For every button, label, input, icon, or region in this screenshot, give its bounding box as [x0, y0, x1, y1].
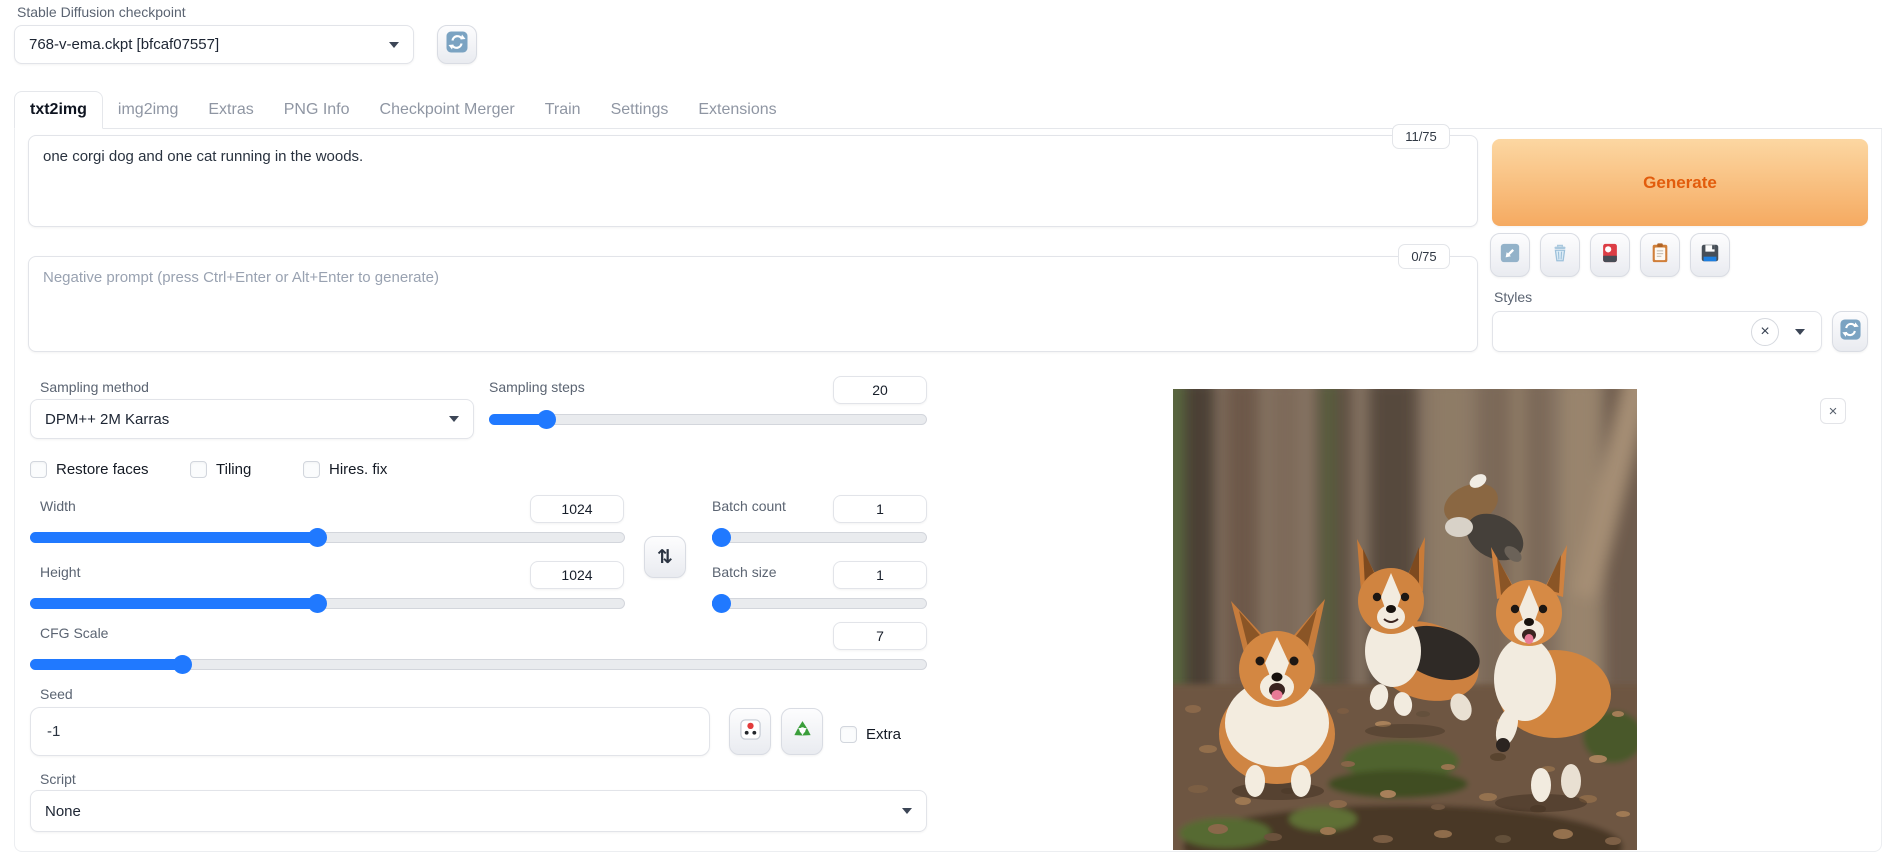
swap-dimensions-button[interactable]: ⇅	[644, 536, 686, 578]
height-slider[interactable]	[30, 594, 625, 613]
restore-faces-label: Restore faces	[56, 461, 149, 478]
styles-clear-button[interactable]: ×	[1751, 318, 1779, 346]
chevron-down-icon	[449, 416, 459, 422]
tiling-checkbox[interactable]	[190, 461, 207, 478]
batch-count-input[interactable]	[833, 495, 927, 523]
tab-train[interactable]: Train	[530, 92, 596, 128]
extra-seed-checkbox[interactable]	[840, 726, 857, 743]
prompt-input[interactable]: one corgi dog and one cat running in the…	[29, 136, 1477, 226]
batch-size-input[interactable]	[833, 561, 927, 589]
height-input[interactable]	[530, 561, 624, 589]
generate-button[interactable]: Generate	[1492, 139, 1868, 226]
reuse-seed-button[interactable]	[781, 708, 823, 755]
sampling-steps-label: Sampling steps	[489, 379, 585, 395]
styles-refresh-button[interactable]	[1832, 311, 1868, 352]
negative-token-counter: 0/75	[1398, 244, 1450, 269]
checkpoint-label: Stable Diffusion checkpoint	[17, 4, 186, 20]
paste-arrow-icon	[1499, 242, 1521, 269]
slider-fill	[30, 532, 317, 543]
swap-icon: ⇅	[657, 546, 673, 568]
recycle-icon	[791, 718, 814, 746]
script-label: Script	[40, 771, 76, 787]
width-slider[interactable]	[30, 528, 625, 547]
batch-count-label: Batch count	[712, 498, 786, 514]
styles-dropdown[interactable]: ×	[1492, 311, 1822, 352]
hires-fix-checkbox[interactable]	[303, 461, 320, 478]
sampling-method-value: DPM++ 2M Karras	[45, 410, 170, 428]
tab-png-info[interactable]: PNG Info	[269, 92, 365, 128]
extra-networks-button[interactable]	[1590, 233, 1630, 277]
refresh-icon	[445, 30, 469, 59]
close-icon: ×	[1828, 402, 1838, 420]
width-input[interactable]	[530, 495, 624, 523]
apply-styles-button[interactable]	[1640, 233, 1680, 277]
dice-icon	[739, 718, 762, 746]
clear-prompt-button[interactable]	[1540, 233, 1580, 277]
trash-icon	[1549, 242, 1571, 269]
tab-img2img[interactable]: img2img	[103, 92, 193, 128]
slider-thumb[interactable]	[711, 528, 731, 547]
clipboard-icon	[1649, 242, 1671, 269]
slider-thumb[interactable]	[308, 528, 327, 547]
tab-txt2img[interactable]: txt2img	[14, 91, 103, 129]
script-dropdown[interactable]: None	[30, 790, 927, 832]
random-seed-button[interactable]	[729, 708, 771, 755]
cfg-scale-slider[interactable]	[30, 655, 927, 674]
main-tabs: txt2img img2img Extras PNG Info Checkpoi…	[14, 90, 1882, 129]
save-icon	[1699, 242, 1721, 269]
corgi-forest-illustration	[1173, 389, 1637, 850]
cfg-scale-input[interactable]	[833, 622, 927, 650]
slider-fill	[30, 598, 317, 609]
tab-extensions[interactable]: Extensions	[683, 92, 791, 128]
prompt-token-counter: 11/75	[1392, 124, 1450, 149]
width-label: Width	[40, 498, 76, 514]
close-image-button[interactable]: ×	[1820, 398, 1846, 424]
generated-image[interactable]	[1173, 389, 1637, 850]
paste-generation-params-button[interactable]	[1490, 233, 1530, 277]
chevron-down-icon	[902, 808, 912, 814]
batch-size-slider[interactable]	[711, 594, 927, 613]
batch-size-label: Batch size	[712, 564, 777, 580]
cfg-scale-label: CFG Scale	[40, 625, 109, 641]
sampling-method-dropdown[interactable]: DPM++ 2M Karras	[30, 399, 474, 439]
slider-thumb[interactable]	[173, 655, 193, 674]
tab-settings[interactable]: Settings	[596, 92, 684, 128]
card-icon	[1599, 242, 1621, 269]
negative-prompt-input[interactable]	[29, 257, 1477, 351]
close-icon: ×	[1760, 323, 1770, 340]
script-value: None	[45, 802, 81, 820]
slider-thumb[interactable]	[536, 410, 556, 429]
restore-faces-checkbox[interactable]	[30, 461, 47, 478]
tab-extras[interactable]: Extras	[193, 92, 268, 128]
prompt-box: one corgi dog and one cat running in the…	[28, 135, 1478, 227]
slider-thumb[interactable]	[711, 594, 731, 613]
styles-label: Styles	[1494, 289, 1533, 305]
negative-prompt-box	[28, 256, 1478, 352]
seed-input[interactable]	[31, 708, 709, 755]
checkpoint-value: 768-v-ema.ckpt [bfcaf07557]	[29, 36, 220, 53]
seed-label: Seed	[40, 686, 73, 702]
tiling-label: Tiling	[216, 461, 252, 478]
sampling-steps-slider[interactable]	[489, 410, 927, 429]
hires-fix-label: Hires. fix	[329, 461, 388, 478]
sampling-steps-input[interactable]	[833, 376, 927, 404]
checkpoint-refresh-button[interactable]	[437, 25, 477, 64]
slider-thumb[interactable]	[308, 594, 327, 613]
extra-seed-label: Extra	[866, 726, 902, 743]
slider-fill	[30, 659, 183, 670]
chevron-down-icon	[1795, 329, 1805, 335]
height-label: Height	[40, 564, 81, 580]
batch-count-slider[interactable]	[711, 528, 927, 547]
checkpoint-dropdown[interactable]: 768-v-ema.ckpt [bfcaf07557]	[14, 25, 414, 64]
chevron-down-icon	[389, 41, 399, 48]
stable-diffusion-webui: Stable Diffusion checkpoint 768-v-ema.ck…	[0, 0, 1896, 863]
save-style-button[interactable]	[1690, 233, 1730, 277]
seed-input-box	[30, 707, 710, 756]
tab-checkpoint-merger[interactable]: Checkpoint Merger	[365, 92, 530, 128]
sampling-method-label: Sampling method	[40, 379, 149, 395]
refresh-icon	[1839, 318, 1862, 346]
